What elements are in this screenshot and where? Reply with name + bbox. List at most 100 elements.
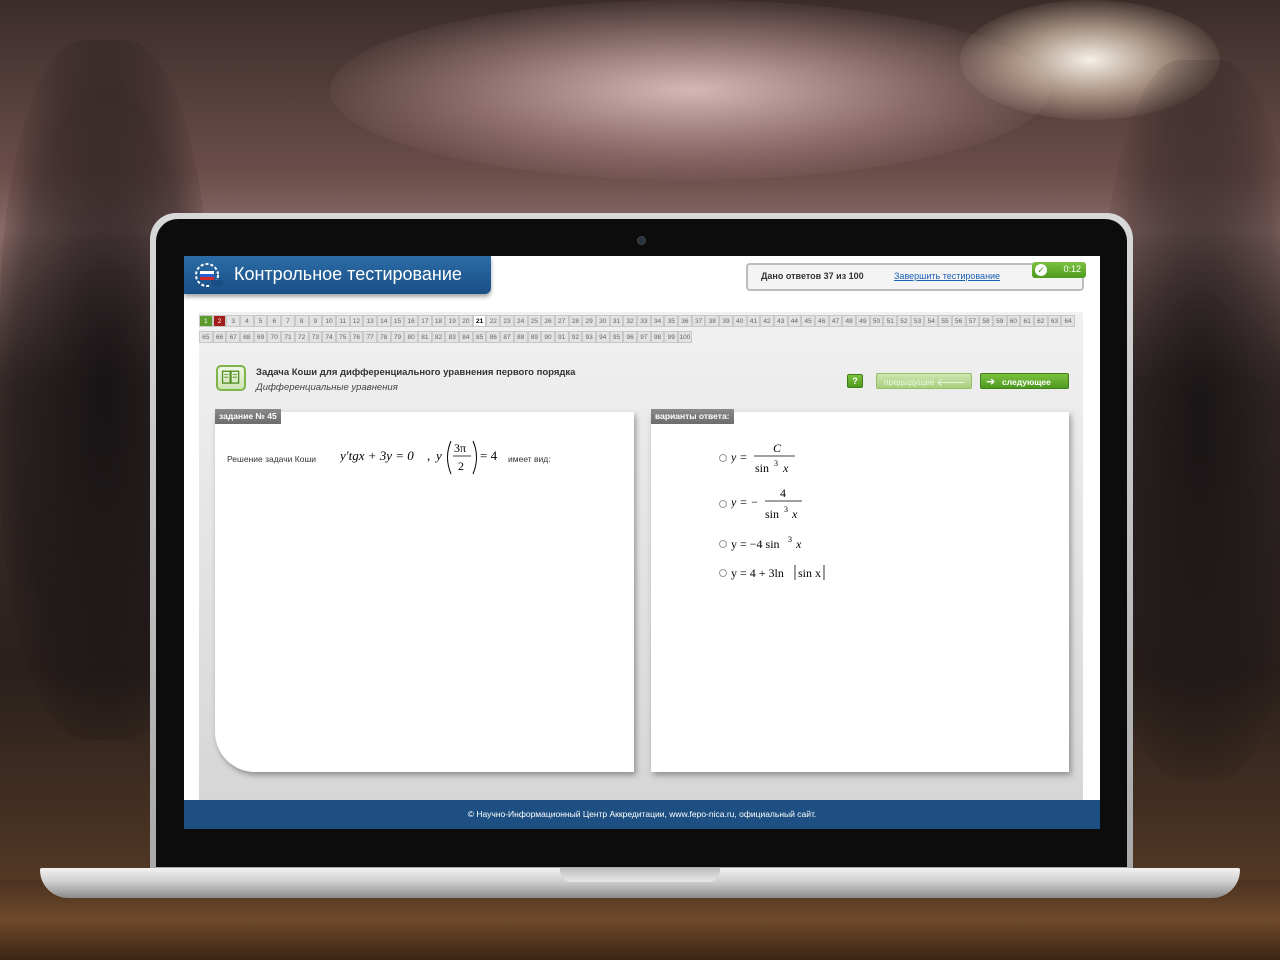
question-nav-item-58[interactable]: 58 — [979, 315, 993, 327]
question-nav-item-23[interactable]: 23 — [500, 315, 514, 327]
question-nav-item-97[interactable]: 97 — [637, 331, 651, 343]
question-nav-item-66[interactable]: 66 — [212, 331, 227, 343]
question-nav-item-15[interactable]: 15 — [390, 315, 405, 327]
question-nav-item-44[interactable]: 44 — [787, 315, 802, 327]
question-nav-item-36[interactable]: 36 — [678, 315, 692, 327]
question-nav-item-57[interactable]: 57 — [965, 315, 980, 327]
question-nav-item-83[interactable]: 83 — [445, 331, 460, 343]
question-nav-item-40[interactable]: 40 — [732, 315, 747, 327]
question-nav-item-69[interactable]: 69 — [253, 331, 268, 343]
question-nav-item-38[interactable]: 38 — [705, 315, 720, 327]
question-nav-item-71[interactable]: 71 — [281, 331, 295, 343]
question-nav-item-86[interactable]: 86 — [486, 331, 501, 343]
question-nav-item-60[interactable]: 60 — [1006, 315, 1021, 327]
question-nav-item-5[interactable]: 5 — [253, 315, 268, 327]
question-nav-item-78[interactable]: 78 — [376, 331, 391, 343]
question-nav-item-34[interactable]: 34 — [650, 315, 665, 327]
question-nav-item-87[interactable]: 87 — [500, 331, 514, 343]
question-nav-item-41[interactable]: 41 — [746, 315, 761, 327]
question-nav-item-9[interactable]: 9 — [308, 315, 323, 327]
radio-button[interactable] — [719, 500, 727, 508]
question-nav-item-89[interactable]: 89 — [527, 331, 542, 343]
question-nav-item-1[interactable]: 1 — [199, 315, 213, 327]
question-nav-item-27[interactable]: 27 — [554, 315, 569, 327]
question-nav-item-96[interactable]: 96 — [623, 331, 637, 343]
question-nav-item-37[interactable]: 37 — [691, 315, 706, 327]
help-button[interactable]: ? — [847, 374, 863, 388]
finish-test-link[interactable]: Завершить тестирование — [894, 271, 1000, 281]
question-nav-item-11[interactable]: 11 — [335, 315, 350, 327]
question-nav-item-19[interactable]: 19 — [445, 315, 460, 327]
question-nav-item-47[interactable]: 47 — [828, 315, 843, 327]
question-nav-item-93[interactable]: 93 — [582, 331, 596, 343]
question-nav-item-75[interactable]: 75 — [335, 331, 350, 343]
question-nav-item-45[interactable]: 45 — [801, 315, 815, 327]
question-nav-item-88[interactable]: 88 — [513, 331, 528, 343]
radio-button[interactable] — [719, 454, 727, 462]
question-nav-item-26[interactable]: 26 — [541, 315, 555, 327]
question-nav-item-68[interactable]: 68 — [240, 331, 254, 343]
question-nav-item-70[interactable]: 70 — [267, 331, 282, 343]
question-nav-item-33[interactable]: 33 — [637, 315, 651, 327]
prev-button[interactable]: предыдущее 🡐 — [876, 373, 972, 389]
question-nav-item-54[interactable]: 54 — [924, 315, 939, 327]
question-nav-item-14[interactable]: 14 — [376, 315, 391, 327]
question-nav-item-94[interactable]: 94 — [595, 331, 610, 343]
question-nav-item-30[interactable]: 30 — [595, 315, 610, 327]
question-nav-item-77[interactable]: 77 — [363, 331, 377, 343]
question-nav-item-3[interactable]: 3 — [226, 315, 241, 327]
next-button[interactable]: ➜ следующее — [980, 373, 1069, 389]
question-nav-item-67[interactable]: 67 — [226, 331, 241, 343]
question-nav-item-20[interactable]: 20 — [459, 315, 473, 327]
question-nav-item-74[interactable]: 74 — [322, 331, 336, 343]
question-nav-item-13[interactable]: 13 — [363, 315, 377, 327]
question-nav-item-61[interactable]: 61 — [1020, 315, 1034, 327]
question-nav-item-98[interactable]: 98 — [650, 331, 665, 343]
question-nav-item-22[interactable]: 22 — [486, 315, 501, 327]
question-nav-item-100[interactable]: 100 — [678, 331, 692, 343]
question-nav-item-24[interactable]: 24 — [513, 315, 528, 327]
question-nav-item-72[interactable]: 72 — [294, 331, 309, 343]
question-nav-item-51[interactable]: 51 — [883, 315, 898, 327]
question-nav-item-43[interactable]: 43 — [773, 315, 788, 327]
question-nav-item-99[interactable]: 99 — [664, 331, 679, 343]
question-nav-item-35[interactable]: 35 — [664, 315, 679, 327]
question-nav-item-25[interactable]: 25 — [527, 315, 542, 327]
question-nav-item-76[interactable]: 76 — [349, 331, 364, 343]
question-nav-item-12[interactable]: 12 — [349, 315, 364, 327]
question-nav-item-42[interactable]: 42 — [760, 315, 774, 327]
question-nav-item-28[interactable]: 28 — [568, 315, 583, 327]
answer-option-4[interactable]: y = 4 + 3ln sin x — [719, 562, 839, 584]
question-nav-item-6[interactable]: 6 — [267, 315, 282, 327]
question-nav-item-85[interactable]: 85 — [472, 331, 487, 343]
question-nav-item-49[interactable]: 49 — [856, 315, 870, 327]
radio-button[interactable] — [719, 540, 727, 548]
answer-option-2[interactable]: y = − 4 sin 3 x — [719, 483, 839, 523]
question-nav-item-29[interactable]: 29 — [582, 315, 596, 327]
question-nav-item-56[interactable]: 56 — [951, 315, 966, 327]
question-nav-item-39[interactable]: 39 — [719, 315, 733, 327]
question-nav-item-16[interactable]: 16 — [404, 315, 418, 327]
question-nav-item-53[interactable]: 53 — [910, 315, 925, 327]
question-nav-item-7[interactable]: 7 — [281, 315, 295, 327]
question-nav-item-52[interactable]: 52 — [897, 315, 911, 327]
question-nav-item-81[interactable]: 81 — [418, 331, 432, 343]
answer-option-3[interactable]: y = −4 sin 3 x — [719, 533, 839, 555]
question-nav-item-50[interactable]: 50 — [869, 315, 884, 327]
radio-button[interactable] — [719, 569, 727, 577]
question-nav-item-31[interactable]: 31 — [609, 315, 624, 327]
question-nav-item-17[interactable]: 17 — [418, 315, 432, 327]
question-nav-item-2[interactable]: 2 — [212, 315, 227, 327]
question-nav-item-48[interactable]: 48 — [842, 315, 856, 327]
question-nav-item-18[interactable]: 18 — [431, 315, 446, 327]
question-nav-item-62[interactable]: 62 — [1033, 315, 1048, 327]
question-nav-item-92[interactable]: 92 — [568, 331, 583, 343]
question-nav-item-59[interactable]: 59 — [992, 315, 1007, 327]
question-nav-item-63[interactable]: 63 — [1047, 315, 1062, 327]
question-nav-item-79[interactable]: 79 — [390, 331, 405, 343]
question-nav-item-90[interactable]: 90 — [541, 331, 555, 343]
question-nav-item-8[interactable]: 8 — [294, 315, 309, 327]
question-nav-item-64[interactable]: 64 — [1061, 315, 1075, 327]
question-nav-item-65[interactable]: 65 — [199, 331, 213, 343]
question-nav-item-73[interactable]: 73 — [308, 331, 323, 343]
